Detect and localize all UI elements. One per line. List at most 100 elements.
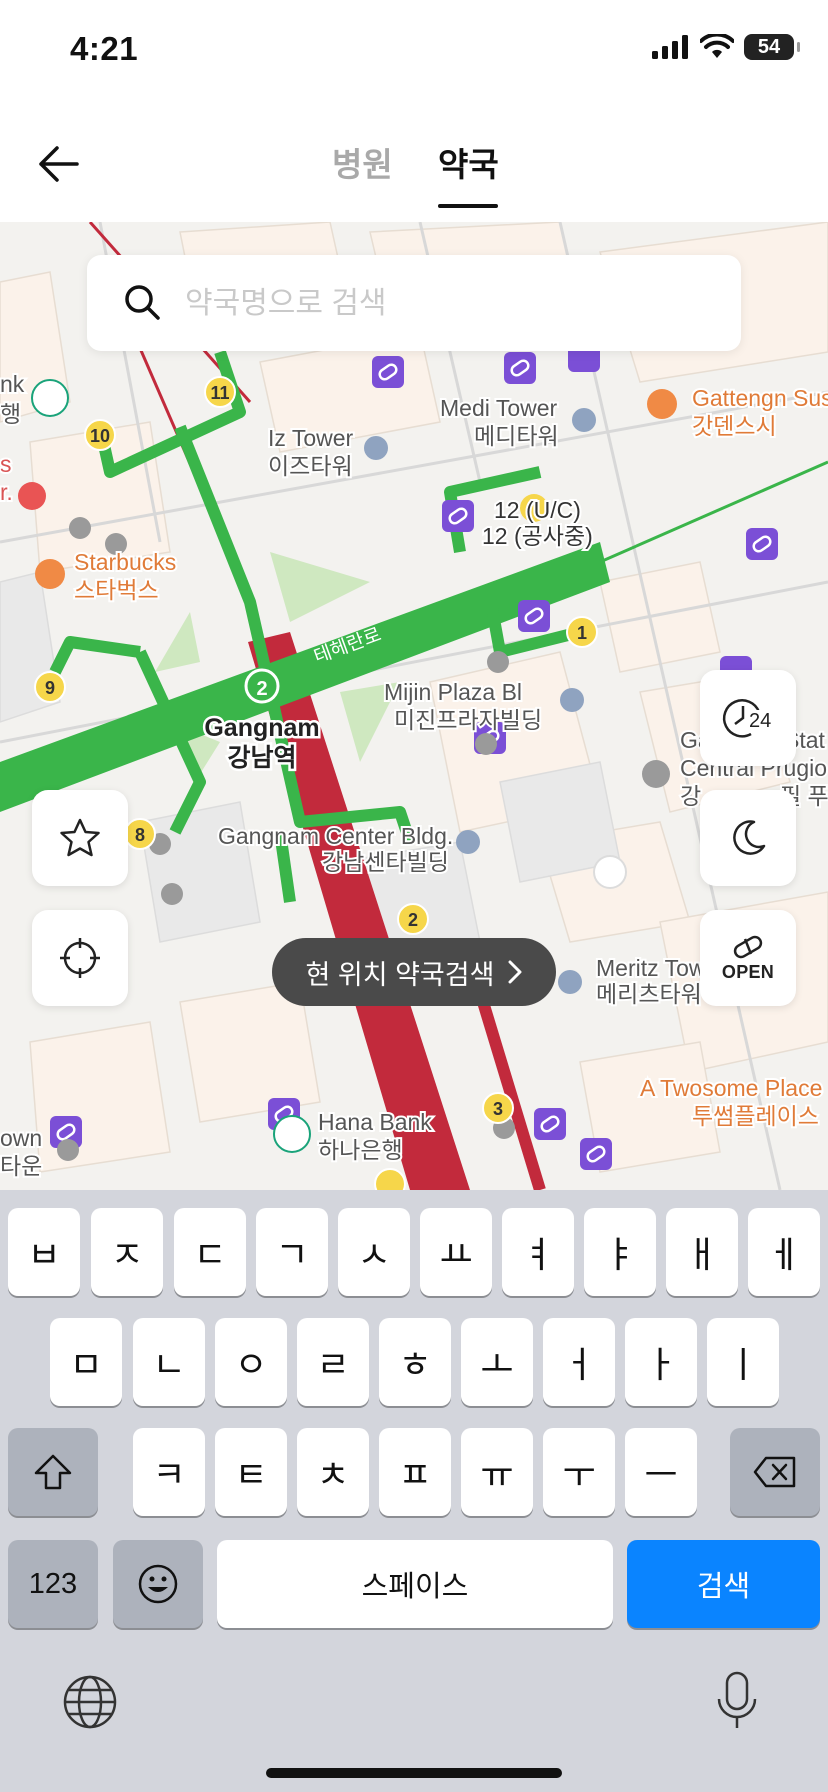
- key-eu[interactable]: ㅡ: [625, 1428, 697, 1516]
- search-input[interactable]: [183, 277, 707, 331]
- map-label-exit-12-uc: 12 (U/C): [494, 497, 581, 523]
- map-label-r-partial: r.: [0, 479, 13, 505]
- key-u[interactable]: ㅜ: [543, 1428, 615, 1516]
- open-label: OPEN: [721, 961, 775, 982]
- map-label-iz-tower-kr: 이즈타워: [268, 453, 353, 479]
- key-ae[interactable]: ㅐ: [666, 1208, 738, 1296]
- battery-icon: 54: [744, 34, 800, 60]
- map-label-starbucks-en: Starbucks: [74, 549, 176, 575]
- map-label-starbucks-kr: 스타벅스: [74, 577, 159, 603]
- key-eo[interactable]: ㅓ: [543, 1318, 615, 1406]
- current-location-search-button[interactable]: 현 위치 약국검색: [272, 938, 556, 1006]
- map-label-town-kr-partial: 타운: [0, 1153, 42, 1179]
- exit-9: 9: [45, 678, 55, 698]
- clock-24-icon: 24: [721, 696, 775, 740]
- map-label-s-partial: s: [0, 451, 12, 477]
- key-t[interactable]: ㅌ: [215, 1428, 287, 1516]
- crosshair-icon: [60, 938, 100, 978]
- map-label-own-partial: own: [0, 1125, 42, 1151]
- key-d[interactable]: ㄷ: [174, 1208, 246, 1296]
- exit-2: 2: [408, 910, 418, 930]
- microphone-icon[interactable]: [714, 1670, 760, 1732]
- back-button[interactable]: [30, 136, 86, 192]
- key-p[interactable]: ㅍ: [379, 1428, 451, 1516]
- status-bar: 4:21 54: [0, 0, 828, 100]
- key-n[interactable]: ㄴ: [133, 1318, 205, 1406]
- map-label-twosome-kr: 투썸플레이스: [692, 1103, 819, 1129]
- space-key[interactable]: 스페이스: [217, 1540, 613, 1628]
- map-label-gangnam-center-en: Gangnam Center Bldg.: [218, 823, 453, 849]
- map-label-exit-12-kr: 12 (공사중): [482, 523, 593, 549]
- open-24-hours-filter-button[interactable]: 24: [700, 670, 796, 766]
- exit-11: 11: [210, 383, 229, 403]
- backspace-key[interactable]: [730, 1428, 820, 1516]
- wifi-icon: [700, 34, 734, 58]
- emoji-icon: [138, 1564, 178, 1604]
- key-e[interactable]: ㅔ: [748, 1208, 820, 1296]
- shift-key[interactable]: [8, 1428, 98, 1516]
- key-g[interactable]: ㄱ: [256, 1208, 328, 1296]
- star-icon: [60, 818, 100, 857]
- key-r[interactable]: ㄹ: [297, 1318, 369, 1406]
- pill-icon: [733, 935, 763, 958]
- chevron-right-icon: [508, 960, 522, 984]
- shift-icon: [34, 1454, 72, 1490]
- home-indicator: [266, 1768, 562, 1778]
- key-yu[interactable]: ㅠ: [461, 1428, 533, 1516]
- key-h[interactable]: ㅎ: [379, 1318, 451, 1406]
- map-label-gattengn-kr: 갓덴스시: [692, 413, 777, 439]
- moon-icon: [733, 820, 766, 855]
- map-label-gangnam-en: Gangnam: [204, 714, 319, 742]
- key-b[interactable]: ㅂ: [8, 1208, 80, 1296]
- map-label-medi-tower-en: Medi Tower: [440, 395, 558, 421]
- map-label-meritz-en: Meritz Tow: [596, 955, 706, 981]
- key-ch[interactable]: ㅊ: [297, 1428, 369, 1516]
- key-j[interactable]: ㅈ: [91, 1208, 163, 1296]
- map-label-hana-en: Hana Bank: [318, 1109, 432, 1135]
- status-icons: 54: [652, 34, 800, 60]
- my-location-button[interactable]: [32, 910, 128, 1006]
- map-label-meritz-kr: 메리츠타워: [596, 981, 702, 1007]
- key-s[interactable]: ㅅ: [338, 1208, 410, 1296]
- cellular-signal-icon: [652, 35, 688, 59]
- status-time: 4:21: [70, 30, 139, 67]
- search-bar[interactable]: [87, 255, 741, 351]
- key-yeo[interactable]: ㅕ: [502, 1208, 574, 1296]
- key-m[interactable]: ㅁ: [50, 1318, 122, 1406]
- map-view[interactable]: 2 11 10 9 8 1 2 3 nk 행 s r. Iz Tower 이즈타…: [0, 222, 828, 1190]
- key-i[interactable]: ㅣ: [707, 1318, 779, 1406]
- map-label-gangnam-center-kr: 강남센타빌딩: [322, 849, 449, 875]
- open-now-filter-button[interactable]: OPEN: [700, 910, 796, 1006]
- map-label-mijin-en: Mijin Plaza Bl: [384, 679, 522, 705]
- key-o[interactable]: ㅗ: [461, 1318, 533, 1406]
- emoji-key[interactable]: [113, 1540, 203, 1628]
- key-ya[interactable]: ㅑ: [584, 1208, 656, 1296]
- line-2-badge: 2: [256, 678, 267, 700]
- map-label-central-kr: 강: [680, 783, 701, 809]
- exit-3: 3: [493, 1099, 503, 1119]
- arrow-left-icon: [39, 146, 79, 182]
- key-a[interactable]: ㅏ: [625, 1318, 697, 1406]
- map-label-hana-kr: 하나은행: [318, 1137, 403, 1163]
- map-label-bank-partial: nk: [0, 371, 25, 397]
- current-location-search-label: 현 위치 약국검색: [305, 959, 495, 990]
- korean-keyboard: ㅂ ㅈ ㄷ ㄱ ㅅ ㅛ ㅕ ㅑ ㅐ ㅔ ㅁ ㄴ ㅇ ㄹ ㅎ ㅗ ㅓ ㅏ ㅣ ㅋ …: [0, 1190, 828, 1792]
- favorites-button[interactable]: [32, 790, 128, 886]
- tab-hospital[interactable]: 병원: [332, 138, 393, 186]
- night-pharmacy-filter-button[interactable]: [700, 790, 796, 886]
- search-key[interactable]: 검색: [627, 1540, 820, 1628]
- tab-pharmacy[interactable]: 약국: [438, 138, 499, 186]
- map-label-medi-tower-kr: 메디타워: [474, 423, 559, 449]
- globe-icon[interactable]: [62, 1674, 118, 1730]
- map-label-mijin-kr: 미진프라자빌딩: [394, 707, 542, 733]
- map-label-twosome-en: A Twosome Place: [640, 1075, 822, 1101]
- map-label-iz-tower-en: Iz Tower: [268, 425, 354, 451]
- key-k[interactable]: ㅋ: [133, 1428, 205, 1516]
- active-tab-indicator: [438, 204, 498, 208]
- numbers-key[interactable]: 123: [8, 1540, 98, 1628]
- exit-8: 8: [135, 825, 145, 845]
- search-icon: [125, 285, 160, 320]
- key-yo[interactable]: ㅛ: [420, 1208, 492, 1296]
- map-label-gattengn-en: Gattengn Sus: [692, 385, 828, 411]
- key-ng[interactable]: ㅇ: [215, 1318, 287, 1406]
